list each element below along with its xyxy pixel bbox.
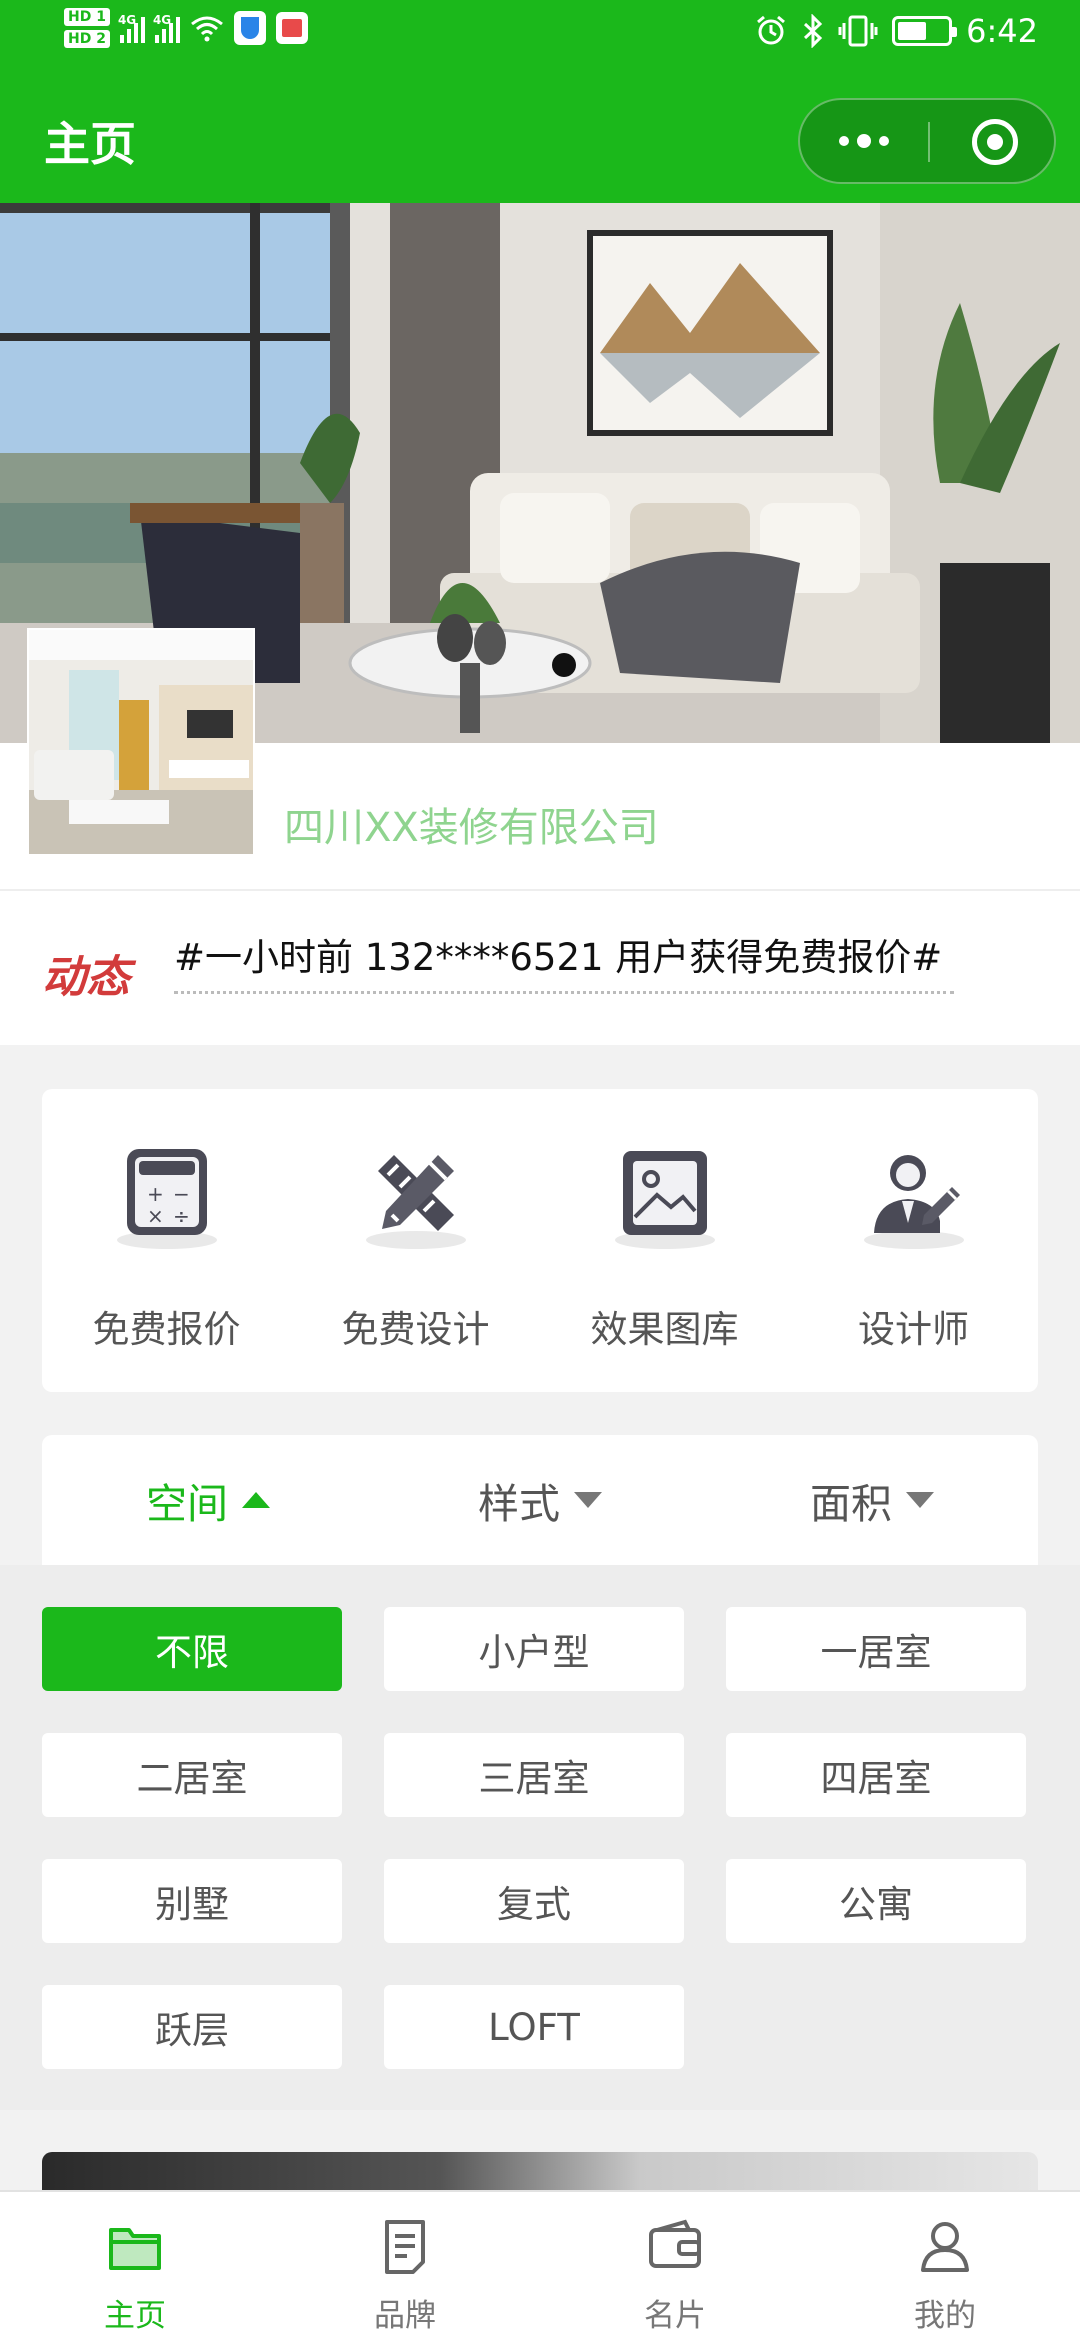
next-news-line	[174, 991, 954, 997]
svg-text:×: ×	[147, 1204, 164, 1228]
alarm-icon	[757, 15, 786, 45]
ruler-pencil-icon	[368, 1145, 464, 1241]
quick-label: 效果图库	[590, 1308, 739, 1351]
company-name: 四川XX装修有限公司	[284, 805, 659, 851]
document-icon	[385, 2220, 425, 2274]
signal-icon: 4G	[117, 13, 145, 43]
option-duplex[interactable]: 复式	[384, 1859, 684, 1943]
tabbar-label: 主页	[104, 2298, 166, 2334]
sim2-label: HD 2	[64, 30, 110, 48]
tabbar-label: 名片	[644, 2298, 706, 2334]
tab-label: 样式	[478, 1480, 560, 1528]
status-left: HD 1 HD 2 4G 4G	[64, 8, 308, 48]
vibrate-icon	[838, 15, 878, 47]
caret-down-icon	[906, 1492, 934, 1508]
svg-text:÷: ÷	[173, 1204, 190, 1228]
company-logo	[27, 628, 255, 856]
bluetooth-icon	[804, 14, 823, 48]
news-ticker[interactable]: 动态 #一小时前 132****6521 用户获得免费报价#	[0, 891, 1080, 1045]
reader-app-icon	[275, 12, 308, 44]
tab-area[interactable]: 面积	[706, 1435, 1038, 1565]
page-title: 主页	[44, 117, 136, 171]
carousel-indicator	[552, 653, 576, 677]
quick-label: 设计师	[858, 1308, 969, 1351]
option-small-unit[interactable]: 小户型	[384, 1607, 684, 1691]
company-logo-image	[29, 630, 253, 854]
option-villa[interactable]: 别墅	[42, 1859, 342, 1943]
more-button[interactable]	[800, 100, 928, 182]
quick-label: 免费报价	[92, 1308, 241, 1351]
close-miniprogram-button[interactable]	[972, 119, 1018, 165]
user-icon	[921, 2222, 969, 2272]
tab-style[interactable]: 样式	[374, 1435, 706, 1565]
case-preview-image[interactable]	[42, 2152, 1038, 2192]
tabbar-card[interactable]: 名片	[540, 2192, 810, 2340]
option-apartment[interactable]: 公寓	[726, 1859, 1026, 1943]
option-unlimited[interactable]: 不限	[42, 1607, 342, 1691]
tab-space[interactable]: 空间	[42, 1435, 374, 1565]
status-bar: HD 1 HD 2 4G 4G 6:42	[0, 0, 1080, 74]
news-text: #一小时前 132****6521 用户获得免费报价#	[174, 936, 943, 979]
quick-actions: + − × ÷ 免费报价 免费设计 效果图库 设计师	[42, 1089, 1038, 1392]
tabbar-label: 品牌	[374, 2298, 436, 2334]
folder-icon	[109, 2228, 161, 2270]
space-options: 不限 小户型 一居室 二居室 三居室 四居室 别墅 复式 公寓 跃层 LOFT	[0, 1565, 1080, 2110]
network-label: 4G	[117, 13, 137, 27]
tabbar-brand[interactable]: 品牌	[270, 2192, 540, 2340]
battery-icon	[892, 16, 958, 46]
capsule-divider	[928, 122, 930, 162]
option-four-bedroom[interactable]: 四居室	[726, 1733, 1026, 1817]
option-split-level[interactable]: 跃层	[42, 1985, 342, 2069]
calculator-icon: + − × ÷	[119, 1145, 215, 1241]
status-right: 6:42	[754, 12, 1038, 50]
tabbar-label: 我的	[914, 2298, 976, 2334]
filter-tabs: 空间 样式 面积	[42, 1435, 1038, 1565]
option-one-bedroom[interactable]: 一居室	[726, 1607, 1026, 1691]
wifi-icon	[191, 16, 223, 42]
quick-free-design[interactable]: 免费设计	[291, 1089, 540, 1392]
bottom-tab-bar: 主页 品牌 名片 我的	[0, 2190, 1080, 2340]
status-time: 6:42	[966, 12, 1038, 50]
sim-indicators: HD 1 HD 2	[64, 8, 110, 48]
option-loft[interactable]: LOFT	[384, 1985, 684, 2069]
caret-down-icon	[574, 1492, 602, 1508]
designer-icon	[866, 1145, 962, 1241]
miniprogram-capsule	[798, 98, 1056, 184]
image-gallery-icon	[617, 1145, 713, 1241]
quick-gallery[interactable]: 效果图库	[540, 1089, 789, 1392]
signal-icon-2: 4G	[152, 13, 180, 43]
tab-label: 空间	[146, 1480, 228, 1528]
tabbar-home[interactable]: 主页	[0, 2192, 270, 2340]
quick-designer[interactable]: 设计师	[789, 1089, 1038, 1392]
quick-label: 免费设计	[341, 1308, 490, 1351]
quick-free-quote[interactable]: + − × ÷ 免费报价	[42, 1089, 291, 1392]
wallet-icon	[649, 2219, 701, 2268]
svg-text:+: +	[147, 1182, 164, 1206]
caret-up-icon	[242, 1492, 270, 1508]
option-three-bedroom[interactable]: 三居室	[384, 1733, 684, 1817]
news-tag: 动态	[42, 952, 130, 1003]
network-label-2: 4G	[152, 13, 172, 27]
tab-label: 面积	[810, 1480, 892, 1528]
tabbar-mine[interactable]: 我的	[810, 2192, 1080, 2340]
option-two-bedroom[interactable]: 二居室	[42, 1733, 342, 1817]
top-bar: HD 1 HD 2 4G 4G 6:42 主页	[0, 0, 1080, 203]
sim1-label: HD 1	[64, 8, 110, 26]
security-app-icon	[233, 11, 266, 45]
svg-text:−: −	[173, 1182, 190, 1206]
